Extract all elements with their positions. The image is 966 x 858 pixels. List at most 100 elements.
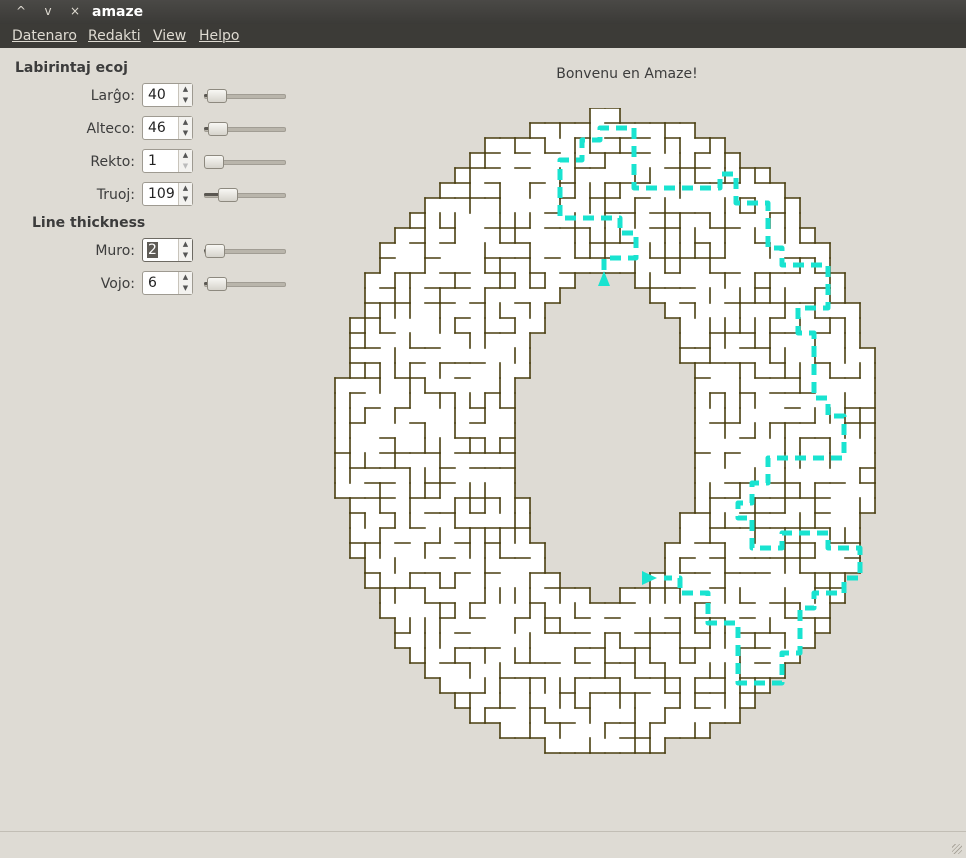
maze-cell — [425, 303, 440, 318]
spin-down-icon[interactable]: ▼ — [179, 161, 192, 172]
maximize-icon[interactable]: v — [37, 3, 59, 20]
maze-cell — [440, 348, 455, 363]
maze-cell — [350, 483, 365, 498]
maze-cell — [650, 138, 665, 153]
maze-cell — [845, 498, 860, 513]
width-spinner-arrows[interactable]: ▲ ▼ — [178, 84, 192, 106]
maze-cell — [485, 603, 500, 618]
menu-view[interactable]: View — [153, 28, 186, 44]
spin-up-icon[interactable]: ▲ — [179, 117, 192, 128]
maze-cell — [395, 273, 410, 288]
path-slider[interactable] — [204, 276, 286, 292]
maze-cell — [635, 633, 650, 648]
slider-thumb[interactable] — [207, 89, 228, 103]
maze-cell — [365, 543, 380, 558]
maze-cell — [770, 363, 785, 378]
width-slider[interactable] — [204, 88, 286, 104]
maze-cell — [560, 123, 575, 138]
maze-cell — [620, 633, 635, 648]
maze-cell — [815, 333, 830, 348]
straightness-slider[interactable] — [204, 154, 286, 170]
maze-cell — [680, 693, 695, 708]
spin-down-icon[interactable]: ▼ — [179, 95, 192, 106]
maze-cell — [560, 228, 575, 243]
menu-datenaro[interactable]: Datenaro — [12, 28, 77, 44]
width-spinner[interactable]: 40 ▲ ▼ — [142, 83, 193, 107]
maze-cell — [680, 648, 695, 663]
maze-cell — [530, 303, 545, 318]
resize-grip-icon[interactable] — [952, 844, 962, 854]
maze-cell — [650, 123, 665, 138]
maze-cell — [365, 528, 380, 543]
maze-cell — [860, 348, 875, 363]
maze-cell — [740, 423, 755, 438]
slider-thumb[interactable] — [204, 155, 224, 169]
spin-up-icon[interactable]: ▲ — [179, 183, 192, 194]
spin-down-icon[interactable]: ▼ — [179, 283, 192, 294]
spin-up-icon[interactable]: ▲ — [179, 239, 192, 250]
maze-cell — [740, 648, 755, 663]
height-spinner-arrows[interactable]: ▲ ▼ — [178, 117, 192, 139]
maze-cell — [605, 618, 620, 633]
maze-cell — [680, 288, 695, 303]
height-slider[interactable] — [204, 121, 286, 137]
holes-slider[interactable] — [204, 187, 286, 203]
maze-cell — [350, 468, 365, 483]
slider-thumb[interactable] — [206, 277, 227, 291]
maze-cell — [725, 363, 740, 378]
spin-up-icon[interactable]: ▲ — [179, 150, 192, 161]
maze-cell — [350, 333, 365, 348]
spin-up-icon[interactable]: ▲ — [179, 84, 192, 95]
slider-thumb[interactable] — [218, 188, 239, 202]
wall-spinner[interactable]: 2 ▲ ▼ — [142, 238, 193, 262]
close-icon[interactable]: × — [64, 3, 86, 20]
maze-cell — [380, 468, 395, 483]
maze-cell — [710, 258, 725, 273]
wall-spinner-arrows[interactable]: ▲ ▼ — [178, 239, 192, 261]
maze-cell — [350, 393, 365, 408]
menu-redakti[interactable]: Redakti — [88, 28, 141, 44]
wall-slider[interactable] — [204, 243, 286, 259]
straightness-spinner-arrows[interactable]: ▲ ▼ — [178, 150, 192, 172]
maze-cell — [380, 318, 395, 333]
spin-down-icon[interactable]: ▼ — [179, 194, 192, 205]
width-value[interactable]: 40 — [148, 87, 166, 103]
maze-canvas[interactable] — [320, 108, 900, 758]
path-spinner[interactable]: 6 ▲ ▼ — [142, 271, 193, 295]
maze-cell — [515, 573, 530, 588]
maze-cell — [500, 513, 515, 528]
slider-thumb[interactable] — [205, 244, 226, 258]
path-spinner-arrows[interactable]: ▲ ▼ — [178, 272, 192, 294]
spin-down-icon[interactable]: ▼ — [179, 128, 192, 139]
maze-cell — [830, 303, 845, 318]
maze-cell — [635, 678, 650, 693]
straightness-value[interactable]: 1 — [148, 153, 157, 169]
spin-down-icon[interactable]: ▼ — [179, 250, 192, 261]
maze-cell — [470, 423, 485, 438]
spin-up-icon[interactable]: ▲ — [179, 272, 192, 283]
maze-cell — [365, 333, 380, 348]
maze-cell — [620, 603, 635, 618]
path-value[interactable]: 6 — [148, 275, 157, 291]
maze-cell — [380, 513, 395, 528]
slider-thumb[interactable] — [207, 122, 228, 136]
height-spinner[interactable]: 46 ▲ ▼ — [142, 116, 193, 140]
height-value[interactable]: 46 — [148, 120, 166, 136]
holes-spinner-arrows[interactable]: ▲ ▼ — [178, 183, 192, 205]
maze-cell — [755, 663, 770, 678]
maze-cell — [500, 213, 515, 228]
maze-cell — [605, 693, 620, 708]
maze-cell — [530, 678, 545, 693]
height-label: Alteco: — [86, 121, 135, 137]
maze-cell — [500, 273, 515, 288]
holes-spinner[interactable]: 109 ▲ ▼ — [142, 182, 193, 206]
maze-cell — [335, 468, 350, 483]
straightness-spinner[interactable]: 1 ▲ ▼ — [142, 149, 193, 173]
maze-cell — [440, 273, 455, 288]
maze-cell — [680, 123, 695, 138]
wall-value[interactable]: 2 — [147, 242, 158, 258]
minimize-icon[interactable]: ^ — [10, 3, 32, 20]
maze-cell — [530, 723, 545, 738]
holes-value[interactable]: 109 — [148, 186, 175, 202]
menu-helpo[interactable]: Helpo — [199, 28, 239, 44]
